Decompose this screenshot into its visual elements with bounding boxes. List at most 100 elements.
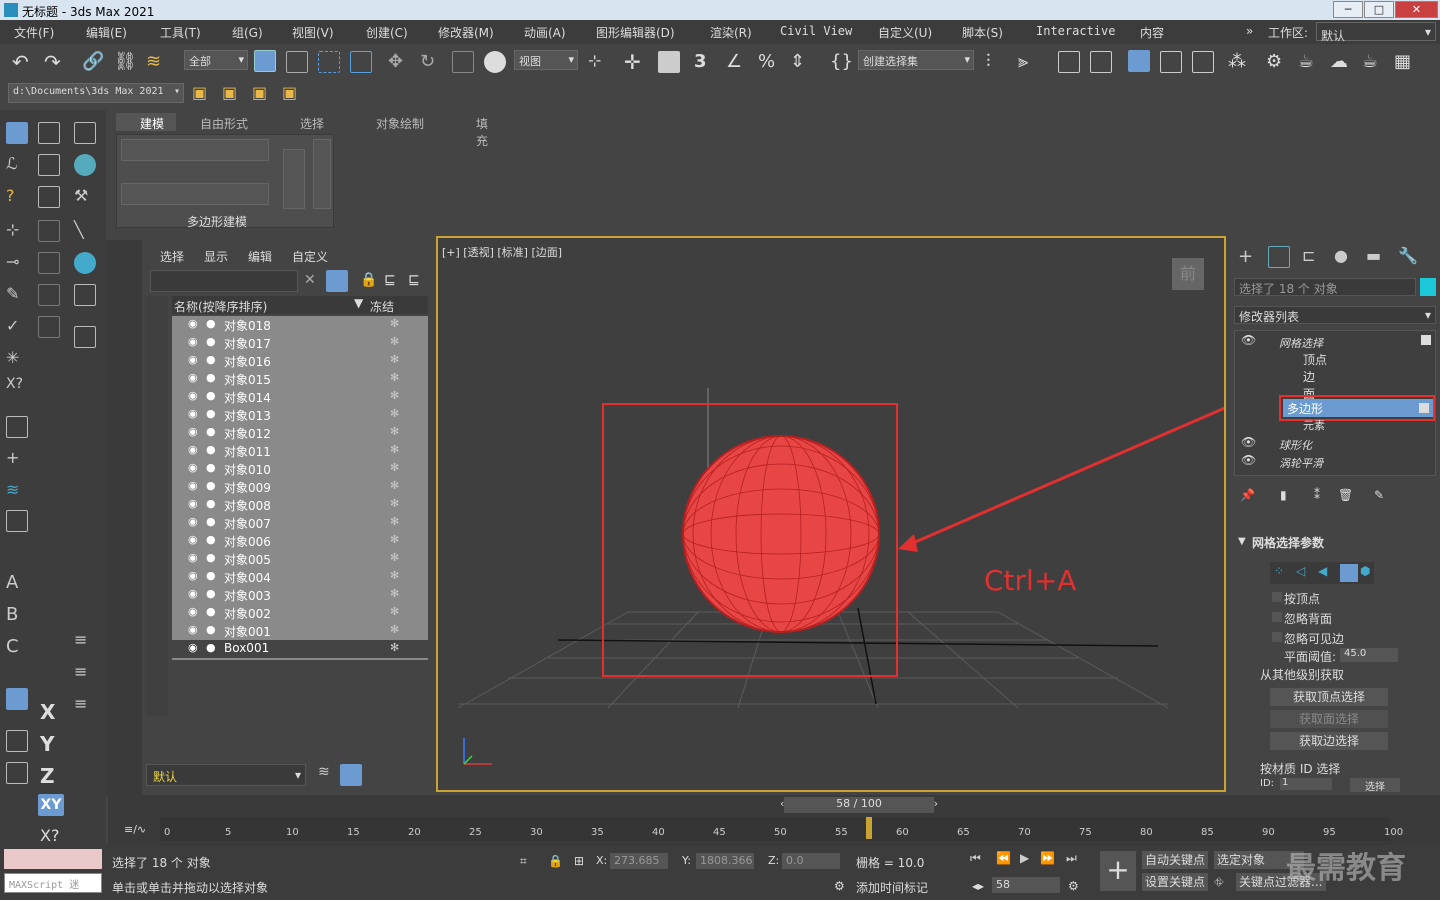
menu-interactive[interactable]: Interactive <box>1036 24 1115 38</box>
render-dot-icon[interactable]: ● <box>206 443 216 456</box>
render-dot-icon[interactable]: ● <box>206 515 216 528</box>
tool-icon[interactable] <box>6 416 28 438</box>
current-frame-field[interactable]: 58 <box>992 877 1060 893</box>
angle-snap-icon[interactable]: ∠ <box>726 51 748 73</box>
explorer-tab-customize[interactable]: 自定义 <box>292 248 328 265</box>
menu-file[interactable]: 文件(F) <box>14 24 54 41</box>
hierarchy-icon[interactable]: ⊑ <box>384 272 396 288</box>
visibility-eye-icon[interactable]: ◉ <box>188 461 198 474</box>
stack-item-spherify[interactable]: 球形化 <box>1279 437 1312 453</box>
play-icon[interactable]: ▶ <box>1020 851 1029 865</box>
make-unique-icon[interactable]: ⁑ <box>1314 488 1320 502</box>
tool-icon[interactable] <box>74 122 96 144</box>
curve-editor-icon[interactable] <box>1160 51 1182 73</box>
select-object-icon[interactable] <box>254 50 276 72</box>
eye-icon[interactable]: 👁 <box>1241 435 1256 449</box>
polygon-level-icon[interactable] <box>1340 564 1358 582</box>
lock-icon[interactable]: 🔒 <box>360 272 377 288</box>
freeze-icon[interactable]: ✻ <box>390 551 399 564</box>
render-dot-icon[interactable]: ● <box>206 551 216 564</box>
select-tool-icon[interactable] <box>6 122 28 144</box>
ribbon-toggle-icon[interactable] <box>1128 50 1150 72</box>
scene-object-row[interactable]: ◉ ● 对象017 ✻ <box>172 334 428 352</box>
modifier-list-dropdown[interactable]: 修改器列表 ▾ <box>1234 306 1436 324</box>
percent-snap-icon[interactable]: % <box>758 51 780 73</box>
scene-object-row[interactable]: ◉ ● 对象003 ✻ <box>172 586 428 604</box>
selection-lock-icon[interactable]: 🔒 <box>548 854 563 868</box>
hammer-icon[interactable]: ⚒ <box>74 186 96 208</box>
remove-modifier-icon[interactable]: 🗑 <box>1338 488 1353 502</box>
freeze-icon[interactable]: ✻ <box>390 623 399 636</box>
project-path-dropdown[interactable]: d:\Documents\3ds Max 2021 ▾ <box>8 83 184 103</box>
open-project-icon[interactable]: ▣ <box>252 83 274 105</box>
explorer-tab-display[interactable]: 显示 <box>204 248 228 265</box>
visibility-eye-icon[interactable]: ◉ <box>188 551 198 564</box>
prev-key-icon[interactable]: ⏪ <box>996 851 1011 865</box>
rollout-collapse-icon[interactable]: ▼ <box>1238 536 1246 547</box>
window-crossing-icon[interactable] <box>350 51 372 73</box>
tool-column[interactable] <box>313 139 331 209</box>
tool-icon[interactable]: ≡ <box>74 630 96 652</box>
scene-object-row[interactable]: ◉ ● 对象002 ✻ <box>172 604 428 622</box>
visibility-eye-icon[interactable]: ◉ <box>188 605 198 618</box>
visibility-eye-icon[interactable]: ◉ <box>188 587 198 600</box>
scene-object-row[interactable]: ◉ ● 对象011 ✻ <box>172 442 428 460</box>
set-project-icon[interactable]: ▣ <box>282 83 304 105</box>
menu-graph-editors[interactable]: 图形编辑器(D) <box>596 24 675 41</box>
render-dot-icon[interactable]: ● <box>206 497 216 510</box>
tool-icon[interactable]: ✎ <box>6 284 28 306</box>
menu-scripting[interactable]: 脚本(S) <box>962 24 1003 41</box>
time-tag-icon[interactable]: ⚙ <box>834 879 845 893</box>
edge-level-icon[interactable]: ◁ <box>1296 564 1305 578</box>
undo-icon[interactable]: ↶ <box>12 51 34 73</box>
vertex-level-icon[interactable]: ⁘ <box>1274 564 1284 578</box>
keyboard-shortcut-icon[interactable] <box>658 51 680 73</box>
render-dot-icon[interactable]: ● <box>206 461 216 474</box>
scene-object-row[interactable]: ◉ ● 对象008 ✻ <box>172 496 428 514</box>
named-selection-dropdown[interactable]: 创建选择集 ▾ <box>858 50 974 70</box>
selection-filter-dropdown[interactable]: 全部 ▾ <box>184 50 248 70</box>
freeze-icon[interactable]: ✻ <box>390 479 399 492</box>
sphere-icon[interactable] <box>74 154 96 176</box>
freeze-icon[interactable]: ✻ <box>390 317 399 330</box>
display-tab-icon[interactable]: ▬ <box>1366 246 1381 265</box>
align-icon[interactable]: ⫸ <box>1018 51 1040 73</box>
render-dot-icon[interactable]: ● <box>206 479 216 492</box>
freeze-icon[interactable]: ✻ <box>390 407 399 420</box>
stack-item-vertex[interactable]: 顶点 <box>1303 351 1327 368</box>
freeze-icon[interactable]: ✻ <box>390 533 399 546</box>
tool-icon[interactable]: ⊸ <box>6 252 28 274</box>
rotate-icon[interactable]: ↻ <box>420 51 442 73</box>
wand-icon[interactable]: ╲ <box>74 220 96 242</box>
checkbox-by-vertex[interactable] <box>1272 592 1282 602</box>
z-coord-field[interactable]: 0.0 <box>782 853 840 869</box>
render-dot-icon[interactable]: ● <box>206 569 216 582</box>
tool-icon[interactable]: + <box>6 448 28 470</box>
tool-icon[interactable]: C <box>6 636 28 658</box>
render-setup-icon[interactable]: ☕ <box>1298 51 1320 73</box>
tool-icon[interactable]: ✳ <box>6 348 28 370</box>
scene-object-row[interactable]: ◉ ● 对象001 ✻ <box>172 622 428 640</box>
menu-view[interactable]: 视图(V) <box>292 24 334 41</box>
stack-toggle[interactable] <box>1421 335 1431 345</box>
select-manipulate-icon[interactable]: ✛ <box>624 51 646 73</box>
link-icon[interactable]: 🔗 <box>82 51 104 73</box>
freeze-icon[interactable]: ✻ <box>390 569 399 582</box>
freeze-icon[interactable]: ✻ <box>390 425 399 438</box>
visibility-eye-icon[interactable]: ◉ <box>188 533 198 546</box>
eye-icon[interactable]: 👁 <box>1241 333 1256 347</box>
render-dot-icon[interactable]: ● <box>206 587 216 600</box>
scene-object-row[interactable]: ◉ ● 对象018 ✻ <box>172 316 428 334</box>
render-dot-icon[interactable]: ● <box>206 371 216 384</box>
configure-sets-icon[interactable]: ✎ <box>1374 488 1384 502</box>
element-level-icon[interactable]: ⬢ <box>1360 564 1370 578</box>
next-frame-icon[interactable]: › <box>934 797 938 810</box>
polygon-tools[interactable] <box>121 183 269 205</box>
schematic-view-icon[interactable]: ⁂ <box>1228 51 1250 73</box>
rollout-title[interactable]: 网格选择参数 <box>1252 534 1324 551</box>
scene-object-row[interactable]: ◉ ● Box001 ✻ <box>172 640 428 658</box>
visibility-eye-icon[interactable]: ◉ <box>188 569 198 582</box>
freeze-icon[interactable]: ✻ <box>390 515 399 528</box>
select-by-name-icon[interactable] <box>286 51 308 73</box>
placement-icon[interactable] <box>484 51 506 73</box>
